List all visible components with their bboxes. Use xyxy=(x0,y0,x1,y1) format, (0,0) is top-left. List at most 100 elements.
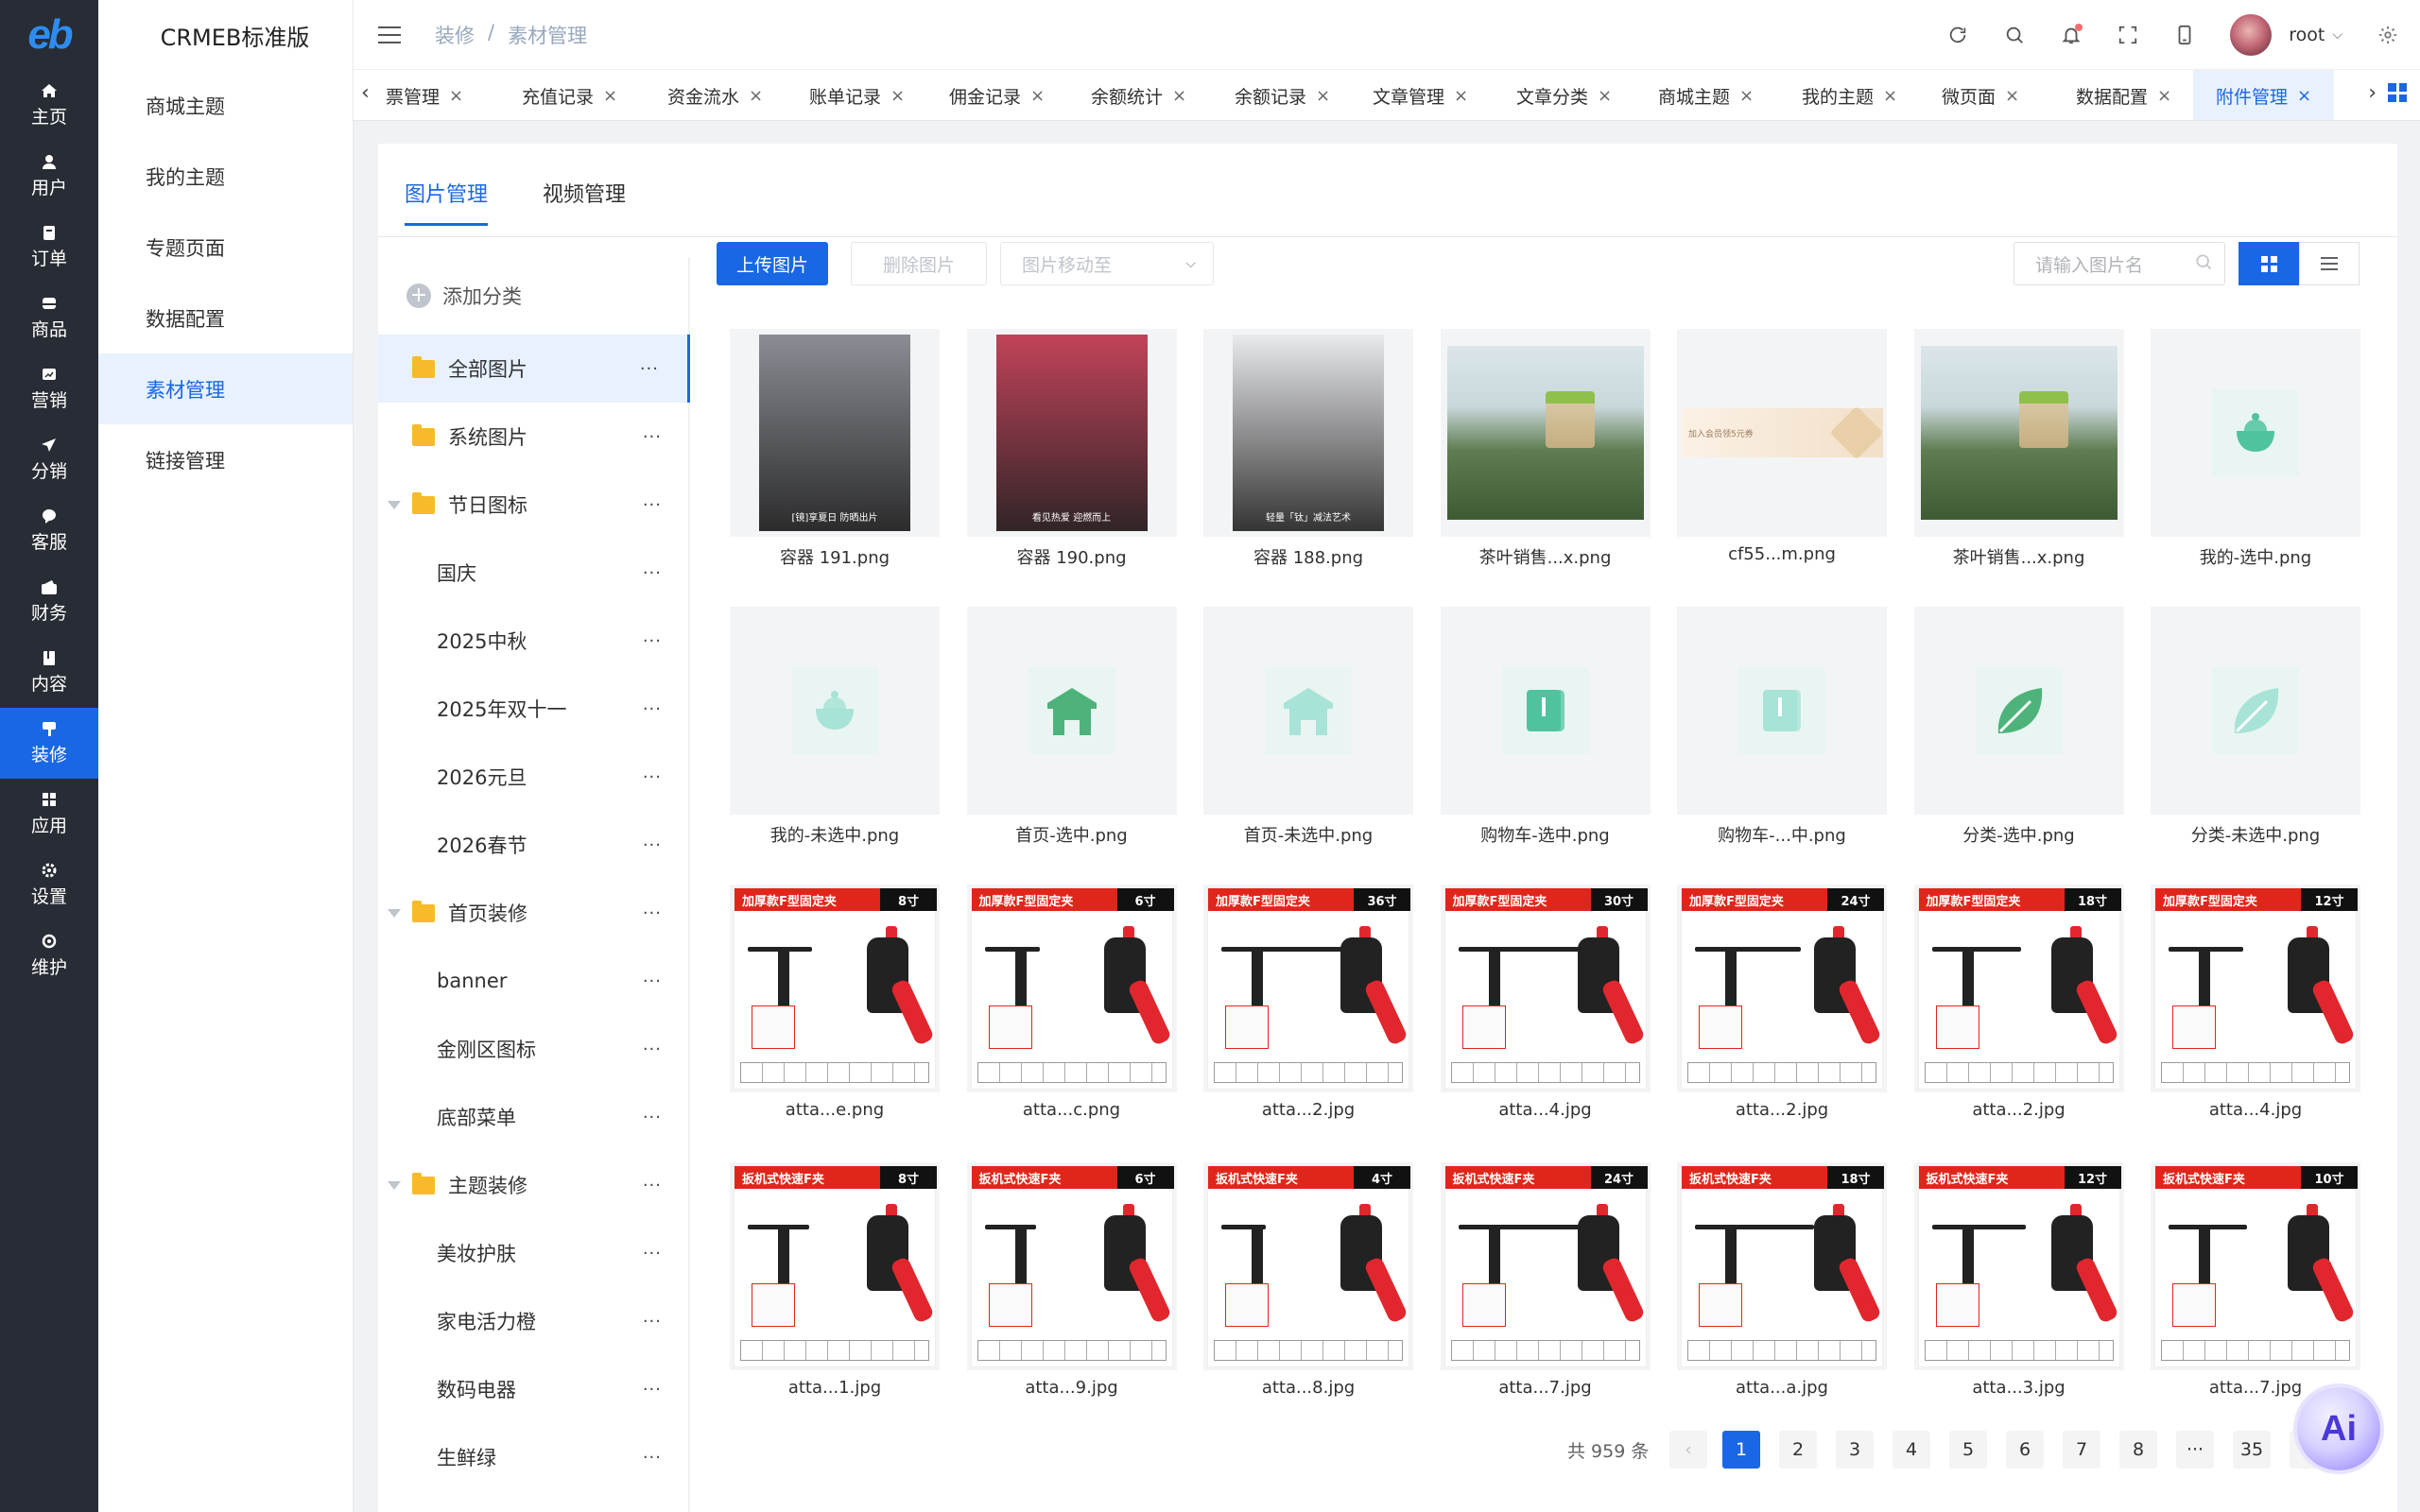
close-icon[interactable]: × xyxy=(1030,86,1045,106)
image-card[interactable]: 我的-选中.png xyxy=(2151,329,2360,590)
page-number-button[interactable]: 1 xyxy=(1722,1431,1760,1469)
upload-image-button[interactable]: 上传图片 xyxy=(717,242,828,285)
image-card[interactable]: 加厚款F型固定夹 18寸 atta...2.jpg xyxy=(1913,885,2124,1145)
sidebar-item-finance[interactable]: 财务 xyxy=(0,566,98,637)
menu-toggle-icon[interactable] xyxy=(378,26,401,43)
more-options-icon[interactable]: ··· xyxy=(643,1244,662,1263)
category-item[interactable]: banner ··· xyxy=(378,947,690,1015)
sidebar-item-apps[interactable]: 应用 xyxy=(0,779,98,850)
page-ellipsis[interactable]: ··· xyxy=(2176,1431,2214,1469)
sidebar-item-home[interactable]: 主页 xyxy=(0,70,98,141)
tab-item[interactable]: 我的主题 × xyxy=(1802,70,1897,120)
category-folder[interactable]: 首页装修 ··· xyxy=(378,879,690,947)
category-folder[interactable]: 系统图片 ··· xyxy=(378,403,690,471)
tabs-scroll-right-icon[interactable]: › xyxy=(2368,81,2377,105)
close-icon[interactable]: × xyxy=(1739,86,1754,106)
close-icon[interactable]: × xyxy=(1598,86,1612,106)
sidebar-item-settings[interactable]: 设置 xyxy=(0,850,98,920)
tab-item[interactable]: 充值记录 × xyxy=(522,70,617,120)
tab-item[interactable]: 数据配置 × xyxy=(2076,70,2171,120)
fullscreen-icon[interactable] xyxy=(2117,24,2139,46)
image-card[interactable]: 加厚款F型固定夹 8寸 atta...e.png xyxy=(730,885,940,1145)
category-item[interactable]: 2026元旦 ··· xyxy=(378,743,690,811)
subnav-item[interactable]: 我的主题 xyxy=(98,141,353,212)
gear-icon[interactable] xyxy=(2377,24,2399,46)
image-card[interactable]: 购物车-...中.png xyxy=(1677,607,1887,868)
more-options-icon[interactable]: ··· xyxy=(643,1040,662,1059)
tab-item[interactable]: 文章分类 × xyxy=(1516,70,1612,120)
close-icon[interactable]: × xyxy=(2157,86,2171,106)
category-item[interactable]: 底部菜单 ··· xyxy=(378,1083,690,1151)
image-card[interactable]: [镜]享夏日 防晒出片 容器 191.png xyxy=(730,329,940,590)
page-number-button[interactable]: 2 xyxy=(1779,1431,1817,1469)
more-options-icon[interactable]: ··· xyxy=(643,427,662,447)
more-options-icon[interactable]: ··· xyxy=(643,1312,662,1332)
subnav-item[interactable]: 专题页面 xyxy=(98,212,353,283)
category-item[interactable]: 美妆护肤 ··· xyxy=(378,1219,690,1287)
tab-image-management[interactable]: 图片管理 xyxy=(405,178,489,226)
category-item[interactable]: 2025中秋 ··· xyxy=(378,607,690,675)
breadcrumb-item[interactable]: 装修 xyxy=(435,21,475,49)
image-search-input[interactable]: 请输入图片名 xyxy=(2014,242,2225,285)
add-category-button[interactable]: + 添加分类 xyxy=(406,282,522,310)
grid-view-button[interactable] xyxy=(2238,242,2299,285)
image-card[interactable]: 扳机式快速F夹 8寸 atta...1.jpg xyxy=(730,1162,940,1423)
close-icon[interactable]: × xyxy=(2005,86,2019,106)
more-options-icon[interactable]: ··· xyxy=(643,699,662,719)
tab-item[interactable]: 商城主题 × xyxy=(1658,70,1754,120)
page-number-button[interactable]: 8 xyxy=(2119,1431,2157,1469)
image-card[interactable]: 加厚款F型固定夹 6寸 atta...c.png xyxy=(966,885,1177,1145)
category-folder[interactable]: 全部图片 ··· xyxy=(378,335,690,403)
image-card[interactable]: 扳机式快速F夹 6寸 atta...9.jpg xyxy=(966,1162,1177,1423)
more-options-icon[interactable]: ··· xyxy=(643,767,662,787)
page-number-button[interactable]: 35 xyxy=(2233,1431,2271,1469)
subnav-item[interactable]: 数据配置 xyxy=(98,283,353,353)
image-card[interactable]: 看见热爱 迎燃而上 容器 190.png xyxy=(966,329,1177,590)
image-card[interactable]: 扳机式快速F夹 12寸 atta...3.jpg xyxy=(1913,1162,2124,1423)
caret-down-icon[interactable] xyxy=(388,1180,401,1190)
image-card[interactable]: 茶叶销售...x.png xyxy=(1440,329,1651,590)
page-number-button[interactable]: 4 xyxy=(1893,1431,1930,1469)
category-item[interactable]: 金刚区图标 ··· xyxy=(378,1015,690,1083)
category-folder[interactable]: 节日图标 ··· xyxy=(378,471,690,539)
caret-down-icon[interactable] xyxy=(388,908,401,918)
sidebar-item-content[interactable]: 内容 xyxy=(0,637,98,708)
tabs-menu-icon[interactable] xyxy=(2388,83,2407,102)
image-card[interactable]: 轻量「钛」减法艺术 容器 188.png xyxy=(1203,329,1413,590)
tab-item[interactable]: 微页面 × xyxy=(1942,70,2019,120)
more-options-icon[interactable]: ··· xyxy=(643,563,662,583)
close-icon[interactable]: × xyxy=(1454,86,1468,106)
close-icon[interactable]: × xyxy=(449,86,463,106)
sidebar-item-maintenance[interactable]: 维护 xyxy=(0,920,98,991)
more-options-icon[interactable]: ··· xyxy=(643,631,662,651)
tabs-scroll-left-icon[interactable]: ‹ xyxy=(361,81,370,105)
image-card[interactable]: 扳机式快速F夹 18寸 atta...a.jpg xyxy=(1677,1162,1887,1423)
category-item[interactable]: 数码电器 ··· xyxy=(378,1355,690,1423)
sidebar-item-order[interactable]: 订单 xyxy=(0,212,98,283)
avatar[interactable] xyxy=(2230,13,2273,56)
sidebar-item-distribution[interactable]: 分销 xyxy=(0,424,98,495)
tab-item[interactable]: 附件管理 × xyxy=(2193,70,2335,120)
close-icon[interactable]: × xyxy=(1316,86,1330,106)
image-card[interactable]: 分类-未选中.png xyxy=(2151,607,2360,868)
ai-assistant-button[interactable]: Ai xyxy=(2297,1387,2380,1470)
bell-icon[interactable] xyxy=(2060,23,2083,46)
category-item[interactable]: 2026春节 ··· xyxy=(378,811,690,879)
subnav-item[interactable]: 商城主题 xyxy=(98,70,353,141)
more-options-icon[interactable]: ··· xyxy=(643,1176,662,1195)
tab-item[interactable]: 佣金记录 × xyxy=(949,70,1045,120)
close-icon[interactable]: × xyxy=(603,86,617,106)
image-card[interactable]: 加入会员领5元券 cf55...m.png xyxy=(1677,329,1887,590)
page-number-button[interactable]: 6 xyxy=(2006,1431,2044,1469)
image-card[interactable]: 首页-选中.png xyxy=(966,607,1177,868)
search-icon[interactable] xyxy=(2003,24,2026,46)
delete-image-button[interactable]: 删除图片 xyxy=(851,242,987,285)
tab-item[interactable]: 余额统计 × xyxy=(1091,70,1186,120)
tab-item[interactable]: 文章管理 × xyxy=(1373,70,1468,120)
close-icon[interactable]: × xyxy=(890,86,905,106)
page-number-button[interactable]: 3 xyxy=(1836,1431,1874,1469)
subnav-item[interactable]: 素材管理 xyxy=(98,353,353,424)
category-item[interactable]: 家电活力橙 ··· xyxy=(378,1287,690,1355)
category-item[interactable]: 2025年双十一 ··· xyxy=(378,675,690,743)
more-options-icon[interactable]: ··· xyxy=(643,1380,662,1400)
